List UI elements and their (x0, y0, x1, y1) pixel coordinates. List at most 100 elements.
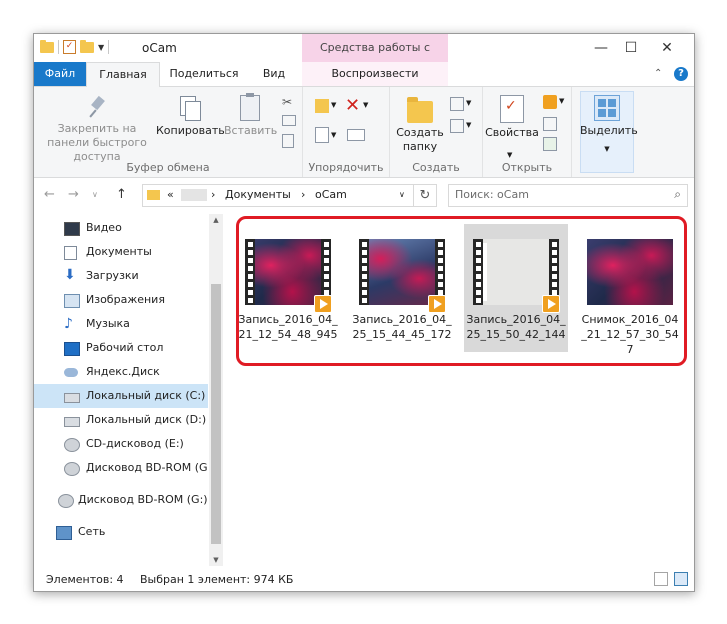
item-count: Элементов: 4 (46, 573, 124, 586)
easy-access-icon[interactable] (450, 119, 464, 133)
nav-item-cd-drive-e[interactable]: CD-дисковод (E:) (34, 432, 208, 456)
navigation-bar: ← → ∨ ↑ « › Документы › oCam ∨ ↻ Поиск: … (34, 178, 694, 212)
folder-icon (147, 190, 160, 200)
address-bar[interactable]: « › Документы › oCam ∨ (142, 184, 414, 207)
folder-icon (40, 39, 54, 53)
pin-icon (86, 95, 108, 119)
refresh-button[interactable]: ↻ (414, 184, 437, 207)
pin-button[interactable]: Закрепить на панели быстрого доступа (38, 95, 156, 164)
yandex-disk-icon (64, 368, 78, 377)
move-to-dropdown-icon[interactable]: ▼ (331, 101, 336, 109)
tab-share[interactable]: Поделиться (162, 62, 246, 86)
nav-item-desktop[interactable]: Рабочий стол (34, 336, 208, 360)
select-button[interactable]: Выделить ▼ (580, 95, 638, 156)
video-icon (64, 222, 80, 236)
breadcrumb-separator: › (211, 188, 216, 201)
tab-home[interactable]: Главная (86, 62, 160, 88)
address-dropdown-icon[interactable]: ∨ (399, 190, 405, 199)
search-input[interactable]: Поиск: oCam ⌕ (448, 184, 688, 207)
music-icon: ♪ (64, 316, 73, 332)
new-item-icon[interactable] (450, 97, 464, 111)
large-icons-view-icon[interactable] (674, 572, 688, 586)
breadcrumb-overflow[interactable]: « (167, 188, 174, 201)
properties-label: Свойства (485, 126, 539, 139)
divider (108, 40, 110, 54)
paste-button[interactable]: Вставить (224, 93, 277, 138)
customize-dropdown-icon[interactable]: ▼ (98, 43, 104, 52)
new-folder-button[interactable]: Создать папку (394, 95, 446, 154)
nav-item-local-disk-c[interactable]: Локальный диск (C:) (34, 384, 208, 408)
easy-access-dropdown-icon[interactable]: ▼ (466, 121, 471, 129)
delete-dropdown-icon[interactable]: ▼ (363, 101, 368, 109)
up-button[interactable]: ↑ (116, 187, 127, 202)
edit-icon[interactable] (543, 117, 557, 131)
select-label: Выделить (580, 124, 638, 137)
details-view-icon[interactable] (654, 572, 668, 586)
nav-item-documents[interactable]: Документы (34, 240, 208, 264)
minimize-button[interactable]: — (586, 38, 616, 58)
breadcrumb-documents[interactable]: Документы (225, 188, 291, 201)
new-folder-label: Создать папку (396, 126, 444, 153)
open-dropdown-icon[interactable]: ▼ (559, 97, 564, 105)
copy-button[interactable]: Копировать (156, 95, 225, 138)
new-folder-icon[interactable] (80, 39, 94, 53)
network-icon (56, 526, 72, 540)
context-group-title: Средства работы с видео (302, 34, 448, 82)
paste-shortcut-icon[interactable] (282, 134, 294, 148)
delete-icon[interactable]: ✕ (345, 95, 360, 116)
pin-label: Закрепить на панели быстрого доступа (47, 122, 147, 163)
tab-view[interactable]: Вид (248, 62, 300, 86)
clipboard-small-buttons: ✂ (282, 95, 298, 148)
scroll-up-icon[interactable]: ▲ (209, 216, 223, 224)
new-item-dropdown-icon[interactable]: ▼ (466, 99, 471, 107)
search-icon: ⌕ (674, 187, 681, 201)
nav-item-bd-drive-g-2[interactable]: Дисковод BD-ROM (G:) F (34, 488, 208, 512)
properties-icon (500, 95, 524, 123)
tab-play[interactable]: Воспроизвести (302, 62, 448, 86)
breadcrumb-ocam[interactable]: oCam (315, 188, 347, 201)
nav-item-music[interactable]: ♪ Музыка (34, 312, 208, 336)
blurred-crumb (181, 189, 207, 201)
ribbon: Закрепить на панели быстрого доступа Коп… (34, 87, 694, 178)
folder-icon (407, 97, 433, 123)
scroll-down-icon[interactable]: ▼ (209, 556, 223, 564)
status-bar: Элементов: 4 Выбран 1 элемент: 974 КБ (34, 568, 694, 591)
nav-item-downloads[interactable]: ⬇ Загрузки (34, 264, 208, 288)
organize-group: ▼ ✕ ▼ ▼ Упорядочить (303, 87, 390, 177)
copy-to-icon[interactable] (315, 127, 329, 143)
forward-button[interactable]: → (68, 187, 79, 202)
properties-icon[interactable]: ✓ (63, 40, 76, 54)
nav-item-local-disk-d[interactable]: Локальный диск (D:) (34, 408, 208, 432)
breadcrumb-separator: › (301, 188, 306, 201)
divider (58, 40, 59, 54)
close-button[interactable]: ✕ (652, 38, 682, 58)
properties-dropdown-icon[interactable]: ▼ (507, 151, 512, 159)
back-button[interactable]: ← (44, 187, 55, 202)
help-icon[interactable]: ? (674, 67, 688, 81)
recent-locations-icon[interactable]: ∨ (92, 190, 98, 199)
properties-button[interactable]: Свойства (485, 95, 539, 140)
copy-to-dropdown-icon[interactable]: ▼ (331, 131, 336, 139)
copy-path-icon[interactable] (282, 115, 296, 126)
documents-icon (64, 246, 77, 260)
open-play-icon[interactable] (543, 95, 557, 109)
drive-icon (64, 393, 80, 403)
search-placeholder: Поиск: oCam (455, 188, 529, 201)
maximize-button[interactable]: ☐ (616, 38, 646, 58)
nav-item-network[interactable]: Сеть (34, 520, 208, 544)
navigation-scrollbar[interactable]: ▲ ▼ (209, 214, 223, 566)
scrollbar-thumb[interactable] (211, 284, 221, 544)
tab-file[interactable]: Файл (34, 62, 86, 86)
select-dropdown-icon: ▼ (604, 145, 610, 153)
create-group: Создать папку ▼ ▼ Создать (390, 87, 483, 177)
nav-item-bd-drive-g[interactable]: Дисковод BD-ROM (G:) (34, 456, 208, 480)
move-to-icon[interactable] (315, 99, 329, 113)
nav-item-yandex-disk[interactable]: Яндекс.Диск (34, 360, 208, 384)
nav-item-pictures[interactable]: Изображения (34, 288, 208, 312)
rename-icon[interactable] (347, 129, 365, 141)
history-icon[interactable] (543, 137, 557, 151)
nav-item-video[interactable]: Видео (34, 216, 208, 240)
cut-icon[interactable]: ✂ (282, 95, 298, 109)
collapse-ribbon-icon[interactable]: ⌃ (654, 62, 662, 86)
pictures-icon (64, 294, 80, 308)
